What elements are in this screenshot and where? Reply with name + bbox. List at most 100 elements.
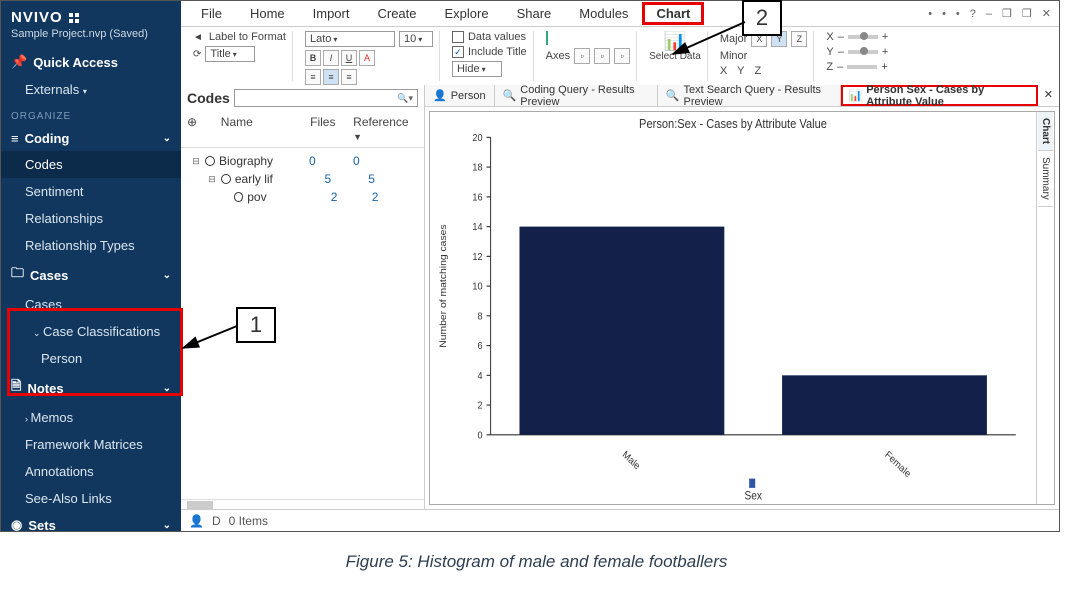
- align-right-icon[interactable]: ≡: [341, 69, 357, 85]
- sidebar-group-notes[interactable]: 🗎Notes ⌄: [1, 372, 181, 404]
- chart-icon[interactable]: 📊: [664, 31, 686, 52]
- data-values-checkbox[interactable]: [452, 31, 464, 43]
- codes-title: Codes: [187, 90, 230, 106]
- tab-person[interactable]: 👤Person: [425, 85, 495, 106]
- quick-access-header[interactable]: 📌 Quick Access: [1, 46, 181, 76]
- window-control-1[interactable]: •: [942, 8, 946, 20]
- italic-icon[interactable]: I: [323, 50, 339, 66]
- side-tab-summary[interactable]: Summary: [1038, 151, 1053, 207]
- svg-text:8: 8: [477, 311, 482, 323]
- code-row[interactable]: ⊟ early lif 5 5: [181, 170, 424, 188]
- menu-import[interactable]: Import: [299, 2, 364, 25]
- svg-text:Sex: Sex: [745, 490, 763, 503]
- tree-toggle[interactable]: [221, 192, 230, 202]
- user-icon: 👤: [189, 514, 204, 528]
- svg-text:4: 4: [477, 370, 483, 382]
- sidebar-item-annotations[interactable]: Annotations: [1, 458, 181, 485]
- sidebar-group-cases[interactable]: 🗀Cases ⌄: [1, 259, 181, 291]
- menu-explore[interactable]: Explore: [431, 2, 503, 25]
- svg-text:Male: Male: [620, 449, 642, 472]
- menu-modules[interactable]: Modules: [565, 2, 642, 25]
- pin-icon: 📌: [11, 54, 27, 70]
- tree-toggle[interactable]: ⊟: [191, 156, 201, 166]
- font-size-select[interactable]: 10▾: [399, 31, 433, 47]
- tab-coding-query[interactable]: 🔍Coding Query - Results Preview: [495, 85, 658, 106]
- sidebar-item-person[interactable]: Person: [1, 345, 181, 372]
- tab-person-sex-chart[interactable]: 📊Person Sex - Cases by Attribute Value: [841, 85, 1038, 106]
- svg-text:Number of matching cases: Number of matching cases: [439, 224, 449, 347]
- font-name-select[interactable]: Lato▾: [305, 31, 395, 47]
- sidebar-item-see-also[interactable]: See-Also Links: [1, 485, 181, 512]
- window-control-7[interactable]: ✕: [1042, 7, 1051, 20]
- col-files[interactable]: Files: [310, 115, 347, 143]
- scrollbar[interactable]: [181, 499, 424, 509]
- menu-home[interactable]: Home: [236, 2, 299, 25]
- code-circle-icon: [205, 156, 215, 166]
- sidebar-item-relationship-types[interactable]: Relationship Types: [1, 232, 181, 259]
- sidebar-group-coding[interactable]: ≡Coding ⌄: [1, 126, 181, 151]
- axes-opt1[interactable]: ▫: [574, 48, 590, 64]
- window-control-4[interactable]: –: [986, 8, 992, 20]
- svg-text:0: 0: [477, 430, 483, 442]
- window-control-6[interactable]: ❐: [1022, 7, 1032, 20]
- font-color-icon[interactable]: A: [359, 50, 375, 66]
- menu-create[interactable]: Create: [363, 2, 430, 25]
- underline-icon[interactable]: U: [341, 50, 357, 66]
- sidebar-item-codes[interactable]: Codes: [1, 151, 181, 178]
- bold-icon[interactable]: B: [305, 50, 321, 66]
- sidebar-group-sets[interactable]: ◉Sets ⌄: [1, 512, 181, 532]
- major-z[interactable]: Z: [791, 31, 807, 47]
- sidebar-item-sentiment[interactable]: Sentiment: [1, 178, 181, 205]
- window-control-5[interactable]: ❐: [1002, 7, 1012, 20]
- figure-caption: Figure 5: Histogram of male and female f…: [0, 552, 1073, 572]
- sidebar-item-externals[interactable]: Externals ▾: [1, 76, 181, 103]
- tree-toggle[interactable]: ⊟: [207, 174, 217, 184]
- side-tab-chart[interactable]: Chart: [1038, 112, 1053, 151]
- svg-text:Female: Female: [883, 449, 913, 480]
- align-left-icon[interactable]: ≡: [305, 69, 321, 85]
- sidebar-item-memos[interactable]: › Memos: [1, 404, 181, 431]
- sidebar-item-framework-matrices[interactable]: Framework Matrices: [1, 431, 181, 458]
- codes-search[interactable]: 🔍▾: [234, 89, 418, 107]
- tab-text-search-query[interactable]: 🔍Text Search Query - Results Preview: [658, 85, 841, 106]
- briefcase-icon: 🗀: [11, 264, 24, 286]
- menu-file[interactable]: File: [187, 2, 236, 25]
- code-row[interactable]: ⊟ Biography 0 0: [181, 152, 424, 170]
- svg-text:10: 10: [472, 281, 483, 293]
- person-icon: 👤: [433, 89, 447, 102]
- window-control-3[interactable]: ?: [970, 8, 976, 20]
- menu-tabs: FileHomeImportCreateExploreShareModulesC…: [181, 1, 1059, 27]
- window-control-2[interactable]: •: [956, 8, 960, 20]
- align-center-icon[interactable]: ≡: [323, 69, 339, 85]
- hide-dropdown[interactable]: Hide▾: [452, 61, 502, 77]
- code-row[interactable]: pov 2 2: [181, 188, 424, 206]
- chevron-down-icon: ⌄: [163, 133, 171, 144]
- col-reference[interactable]: Reference ▼: [353, 115, 418, 143]
- menu-chart[interactable]: Chart: [642, 2, 704, 25]
- include-title-checkbox[interactable]: [452, 46, 464, 58]
- axes-opt3[interactable]: ▫: [614, 48, 630, 64]
- refresh-icon[interactable]: ⟳: [193, 49, 201, 60]
- sidebar-item-case-classifications[interactable]: ⌄ Case Classifications: [1, 318, 181, 345]
- chart-canvas: Person:Sex - Cases by Attribute Value024…: [430, 112, 1036, 504]
- title-dropdown[interactable]: Title▾: [205, 46, 255, 62]
- back-icon[interactable]: ◄: [193, 32, 203, 43]
- svg-text:16: 16: [472, 192, 482, 204]
- window-control-0[interactable]: •: [928, 8, 932, 20]
- label-to-format: Label to Format: [209, 31, 286, 43]
- logo-dots: [69, 13, 79, 23]
- filter-icon[interactable]: ▼: [353, 132, 362, 142]
- code-references: 5: [368, 172, 418, 186]
- code-references: 0: [353, 154, 403, 168]
- tab-close-button[interactable]: ✕: [1038, 85, 1059, 106]
- ribbon: ◄ Label to Format ⟳ Title▾ Lato▾ 10▾ B I…: [181, 27, 1059, 85]
- status-bar: 👤 D 0 Items: [181, 509, 1059, 531]
- sidebar-item-relationships[interactable]: Relationships: [1, 205, 181, 232]
- add-icon[interactable]: ⊕: [187, 115, 215, 143]
- col-name[interactable]: Name: [221, 115, 304, 143]
- sidebar-item-cases[interactable]: Cases: [1, 291, 181, 318]
- select-data-label: Select Data: [649, 52, 701, 62]
- menu-share[interactable]: Share: [503, 2, 566, 25]
- search-icon: 🔍: [666, 89, 680, 102]
- axes-opt2[interactable]: ▫: [594, 48, 610, 64]
